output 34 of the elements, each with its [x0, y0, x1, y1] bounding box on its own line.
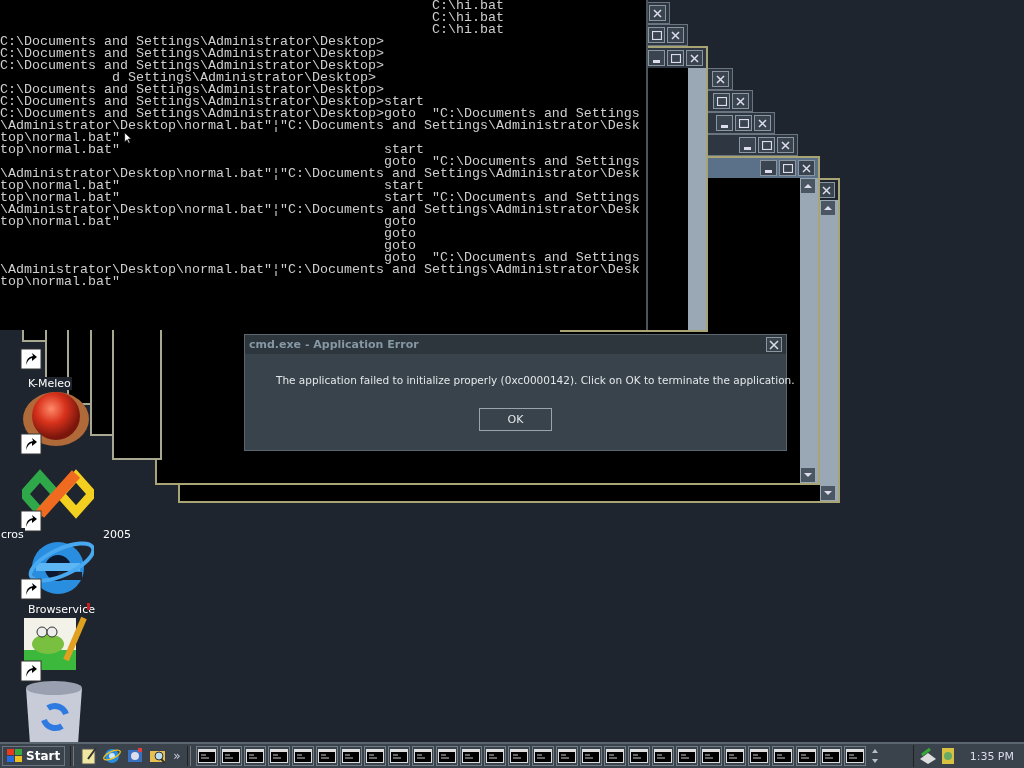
console-line: \Administrator\Desktop\normal.bat"¦"C:\Documents and Settings\Administrator\Desk: [0, 120, 640, 132]
console-line: C:\Documents and Settings\Administrator\Desktop>start: [0, 96, 424, 108]
console-line: C:\Documents and Settings\Administrator\Desktop>: [0, 36, 384, 48]
dialog-title: cmd.exe - Application Error: [249, 338, 419, 351]
console-line: C:\Documents and Settings\Administrator\Desktop>: [0, 48, 384, 60]
console-line: top\normal.bat" start: [0, 144, 424, 156]
console-line: \Administrator\Desktop\normal.bat"¦"C:\Documents and Settings\Administrator\Desk: [0, 168, 640, 180]
console-line: goto: [382, 240, 416, 252]
clock: 1:35 PM: [969, 749, 1014, 763]
console-line: C:\hi.bat: [430, 12, 504, 24]
error-message: The application failed to initialize properly (0xc0000142). Click on OK to terminate the application.: [276, 374, 795, 386]
console-line: top\normal.bat" start: [0, 180, 424, 192]
icon-label[interactable]: Browservice: [27, 603, 96, 616]
console-line: C:\hi.bat: [430, 24, 504, 36]
ok-button[interactable]: OK: [479, 408, 552, 431]
icon-label[interactable]: 2005: [102, 528, 132, 541]
console-line: top\normal.bat" start "C:\Documents and Settings: [0, 192, 640, 204]
console-line: top\normal.bat": [0, 132, 120, 144]
console-line: goto "C:\Documents and Settings: [383, 156, 640, 168]
icon-label[interactable]: cros: [0, 528, 25, 541]
console-line: C:\Documents and Settings\Administrator\Desktop>: [0, 60, 384, 72]
console-line: C:\hi.bat: [430, 0, 504, 12]
start-button[interactable]: Start: [2, 746, 66, 766]
console-line: top\normal.bat" goto: [0, 216, 416, 228]
console-line: goto: [382, 228, 416, 240]
console-line: \Administrator\Desktop\normal.bat"¦"C:\Documents and Settings\Administrator\Desk: [0, 204, 640, 216]
more-chevron[interactable]: »: [171, 749, 183, 763]
console-line: \Administrator\Desktop\normal.bat"¦"C:\Documents and Settings\Administrator\Desk: [0, 264, 640, 276]
console-line: C:\Documents and Settings\Administrator\Desktop>goto "C:\Documents and Settings: [0, 108, 640, 120]
console-line: goto "C:\Documents and Settings: [383, 252, 640, 264]
console-line: top\normal.bat": [0, 276, 120, 288]
console-line: d Settings\Administrator\Desktop>: [111, 72, 376, 84]
console-line: C:\Documents and Settings\Administrator\Desktop>: [0, 84, 384, 96]
icon-label[interactable]: K-Meleo: [27, 377, 72, 390]
